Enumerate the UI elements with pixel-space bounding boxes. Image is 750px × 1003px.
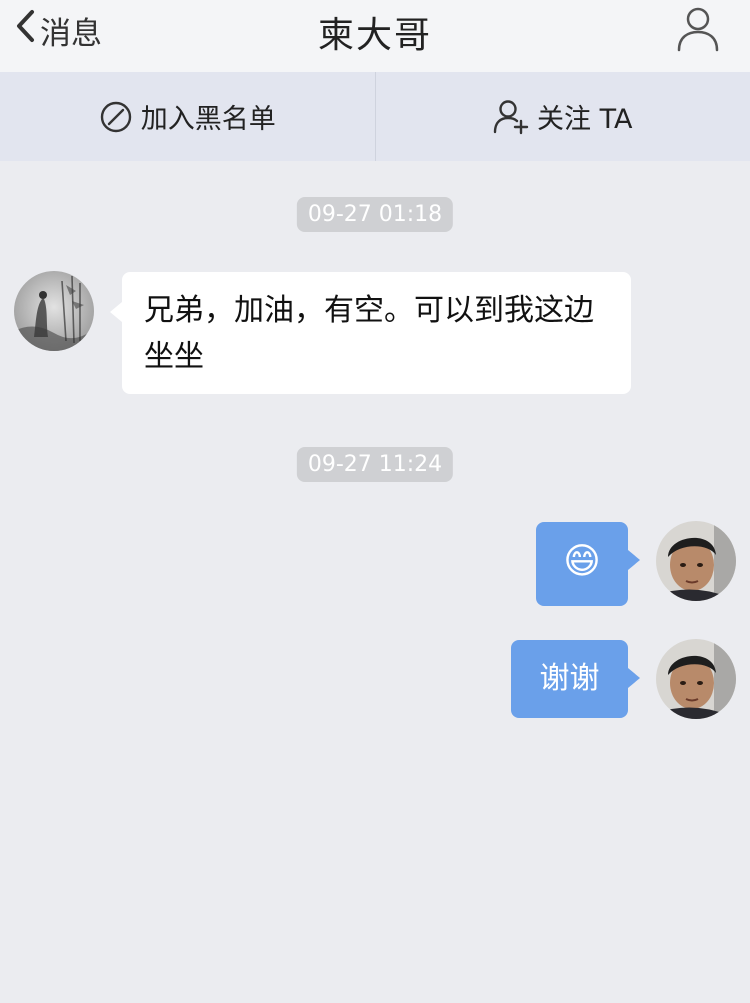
block-icon — [100, 101, 131, 132]
nav-bar: 消息 柬大哥 — [0, 0, 750, 72]
user-photo-avatar — [656, 521, 736, 601]
person-icon — [677, 7, 719, 52]
message-text: 谢谢 — [539, 661, 600, 696]
add-person-icon — [493, 99, 529, 134]
message-text: 兄弟，加油，有空。可以到我这边坐坐 — [144, 293, 594, 374]
action-bar: 加入黑名单 关注 TA — [0, 72, 750, 161]
grinning-emoji: 😄 — [563, 541, 601, 582]
incoming-message-bubble[interactable]: 兄弟，加油，有空。可以到我这边坐坐 — [110, 272, 631, 394]
timestamp: 09-27 01:18 — [296, 197, 454, 232]
user-avatar[interactable] — [656, 521, 736, 601]
user-photo-avatar — [656, 639, 736, 719]
chat-screen: 消息 柬大哥 加入黑名单 关注 TA 09-27 01:18 兄弟，加油，有空。… — [0, 0, 750, 1003]
follow-label: 关注 TA — [537, 104, 633, 135]
add-to-blacklist-button[interactable]: 加入黑名单 — [0, 72, 375, 161]
outgoing-message-bubble[interactable]: 😄 — [536, 522, 640, 606]
blacklist-label: 加入黑名单 — [140, 104, 276, 135]
timestamp: 09-27 11:24 — [296, 447, 454, 482]
profile-button[interactable] — [676, 6, 720, 52]
user-avatar[interactable] — [656, 639, 736, 719]
contact-avatar[interactable] — [14, 271, 94, 351]
follow-button[interactable]: 关注 TA — [376, 72, 750, 161]
ink-painting-avatar — [14, 271, 94, 351]
page-title: 柬大哥 — [317, 15, 432, 56]
outgoing-message-bubble[interactable]: 谢谢 — [511, 640, 640, 718]
